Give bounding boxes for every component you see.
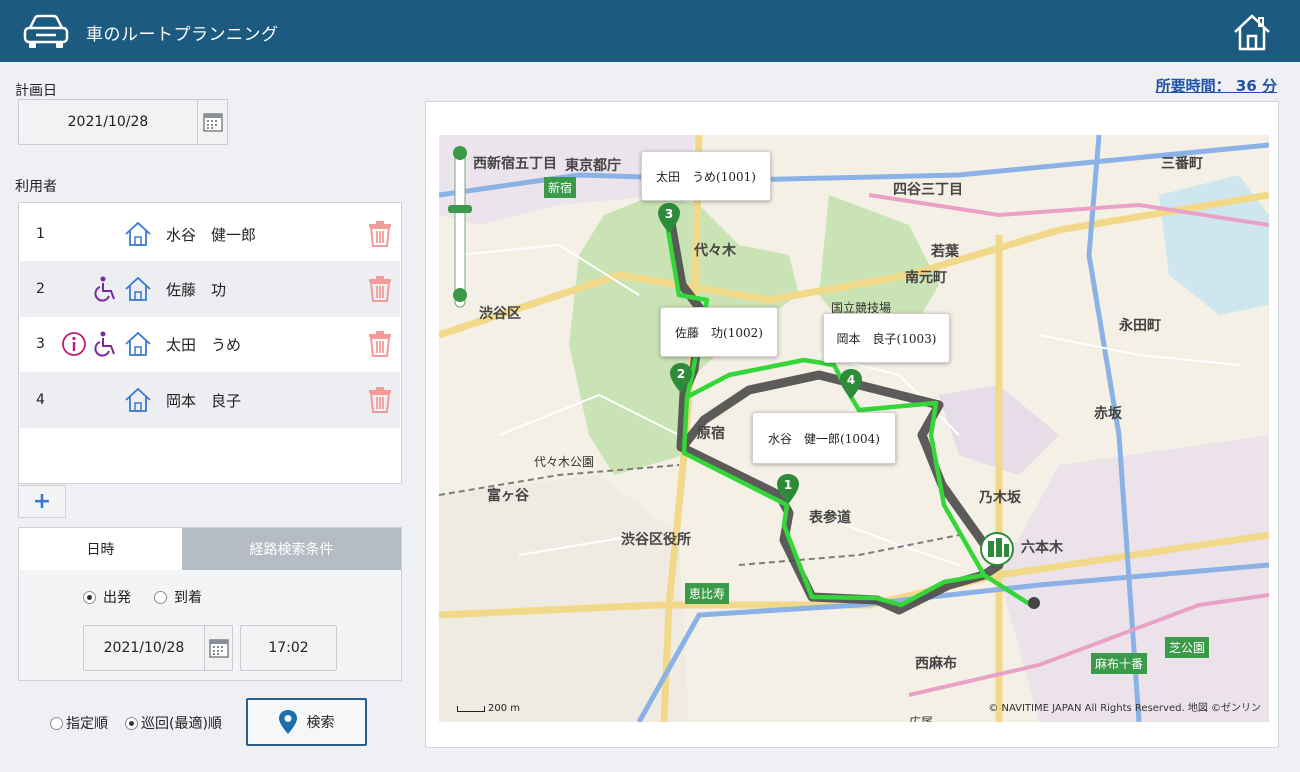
map-pin-icon [278,710,297,734]
map-label: 西麻布 [915,656,957,672]
map-label: 若葉 [931,244,959,260]
route-marker-label: 2 [677,367,685,381]
station-label: 新宿 [544,177,577,198]
departure-calendar-button[interactable] [204,625,233,671]
arrive-radio[interactable]: 到着 [154,587,202,607]
map-label: 代々木 [694,243,736,259]
app-header: 車のルートプランニング [0,0,1300,62]
radio-dot [83,590,96,604]
home-icon [125,387,151,412]
trash-icon[interactable] [368,331,392,357]
list-item[interactable]: 4 岡本 良子 [20,372,400,428]
users-label: 利用者 [15,179,57,195]
row-number: 1 [36,226,45,242]
search-label: 検索 [306,715,335,731]
list-item[interactable]: 3 太田 うめ [20,316,400,372]
car-icon [23,14,69,48]
map-label: 六本木 [1021,540,1063,556]
map-copyright: © NAVITIME JAPAN All Rights Reserved. 地図… [988,703,1261,714]
plus-icon: + [32,488,52,514]
row-number: 4 [36,392,45,408]
radio-dot [125,716,138,730]
row-number: 2 [36,281,45,297]
travel-duration[interactable]: 所要時間： 36 分 [1156,75,1277,96]
station-label: 恵比寿 [685,583,730,604]
user-name: 岡本 良子 [166,391,242,410]
depart-label: 出発 [103,590,131,606]
user-list: 1 水谷 健一郎 2 佐藤 功 3 太田 うめ 4 岡本 良子 [18,202,402,484]
wheelchair-icon [94,276,115,302]
map-label: 赤坂 [1094,406,1122,422]
tab-datetime[interactable]: 日時 [19,528,182,570]
route-marker-2[interactable]: 2 [669,363,693,393]
search-button[interactable]: 検索 [246,698,367,746]
row-number: 3 [36,336,45,352]
app-title: 車のルートプランニング [86,25,279,45]
calendar-icon [208,639,229,658]
map-callout[interactable]: 岡本 良子(1003) [823,313,950,363]
departure-date-field[interactable]: 2021/10/28 [83,625,205,671]
home-icon [125,276,151,301]
trash-icon[interactable] [368,387,392,413]
user-name: 佐藤 功 [166,280,227,299]
trash-icon[interactable] [368,221,392,247]
optimal-order-label: 巡回(最適)順 [141,716,222,732]
trash-icon[interactable] [368,276,392,302]
calendar-icon [202,113,223,132]
radio-dot [50,716,63,730]
route-marker-1[interactable]: 1 [776,474,800,504]
map-label: 渋谷区役所 [621,532,691,548]
info-icon[interactable] [60,330,88,358]
add-user-button[interactable]: + [18,485,66,518]
home-icon [125,221,151,246]
map-label: 広尾 [909,715,934,722]
home-icon [125,331,151,356]
tab-route-conditions[interactable]: 経路検索条件 [182,528,401,570]
specified-order-radio[interactable]: 指定順 [50,713,108,733]
depart-radio[interactable]: 出発 [83,587,131,607]
map-scale: 200 m [457,703,520,714]
map-label: 南元町 [905,270,947,286]
map-label: 乃木坂 [979,490,1021,506]
datetime-panel: 日時 経路検索条件 出発 到着 2021/10/28 17:02 [18,527,402,681]
route-marker-label: 4 [847,373,855,387]
radio-dot [154,590,167,604]
specified-order-label: 指定順 [66,716,108,732]
route-marker-3[interactable]: 3 [657,203,681,233]
map-label: 表参道 [809,510,851,526]
optimal-order-radio[interactable]: 巡回(最適)順 [125,713,222,733]
map-label: 四谷三丁目 [893,182,963,198]
map-callout[interactable]: 佐藤 功(1002) [660,307,778,357]
map-callout[interactable]: 水谷 健一郎(1004) [752,412,896,464]
map-callout[interactable]: 太田 うめ(1001) [641,151,771,201]
map-label: 渋谷区 [479,306,521,322]
map-label: 富ヶ谷 [487,488,529,504]
route-marker-4[interactable]: 4 [839,369,863,399]
plan-date-calendar-button[interactable] [197,99,228,145]
user-name: 水谷 健一郎 [166,225,257,244]
plan-date-label: 計画日 [15,83,57,99]
route-marker-label: 1 [784,478,792,492]
plan-date-field[interactable]: 2021/10/28 [18,99,198,145]
list-item[interactable]: 2 佐藤 功 [20,261,400,317]
user-name: 太田 うめ [166,335,242,354]
arrive-label: 到着 [174,590,202,606]
map-label: 永田町 [1119,318,1161,334]
departure-time-field[interactable]: 17:02 [240,625,337,671]
home-icon[interactable] [1232,12,1272,52]
wheelchair-icon [94,331,115,357]
map-label: 西新宿五丁目 [473,156,557,172]
route-map[interactable]: 渋谷区 渋谷区役所 代々木 原宿 表参道 西新宿五丁目 東京都庁 四谷三丁目 若… [439,135,1269,722]
map-label: 原宿 [697,426,725,442]
station-label: 麻布十番 [1091,653,1148,674]
map-label: 代々木公園 [534,455,595,469]
map-panel: 渋谷区 渋谷区役所 代々木 原宿 表参道 西新宿五丁目 東京都庁 四谷三丁目 若… [425,101,1279,748]
station-label: 芝公園 [1165,637,1210,658]
map-label: 東京都庁 [565,158,621,174]
route-marker-label: 3 [665,207,673,221]
map-label: 三番町 [1161,156,1203,172]
list-item[interactable]: 1 水谷 健一郎 [20,206,400,262]
